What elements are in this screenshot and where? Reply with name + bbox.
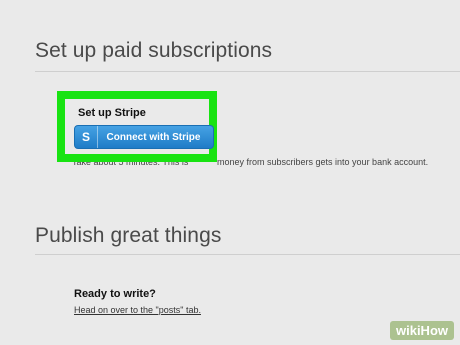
connect-button-label: Connect with Stripe bbox=[106, 131, 201, 143]
posts-tab-link[interactable]: Head on over to the "posts" tab. bbox=[74, 305, 201, 315]
wikihow-watermark: wikiHow bbox=[389, 321, 454, 340]
subscriptions-section-title: Set up paid subscriptions bbox=[35, 39, 273, 62]
stripe-explanation: money from subscribers gets into your ba… bbox=[217, 157, 429, 167]
stripe-heading: Set up Stripe bbox=[78, 107, 146, 119]
stripe-logo-icon: S bbox=[75, 126, 98, 148]
ready-to-write-heading: Ready to write? bbox=[74, 288, 156, 300]
section-divider bbox=[35, 71, 460, 72]
stripe-highlight-box: Set up Stripe S Connect with Stripe bbox=[57, 91, 217, 162]
connect-with-stripe-button[interactable]: S Connect with Stripe bbox=[74, 125, 214, 149]
publish-section-title: Publish great things bbox=[35, 224, 222, 247]
section-divider bbox=[35, 254, 460, 255]
